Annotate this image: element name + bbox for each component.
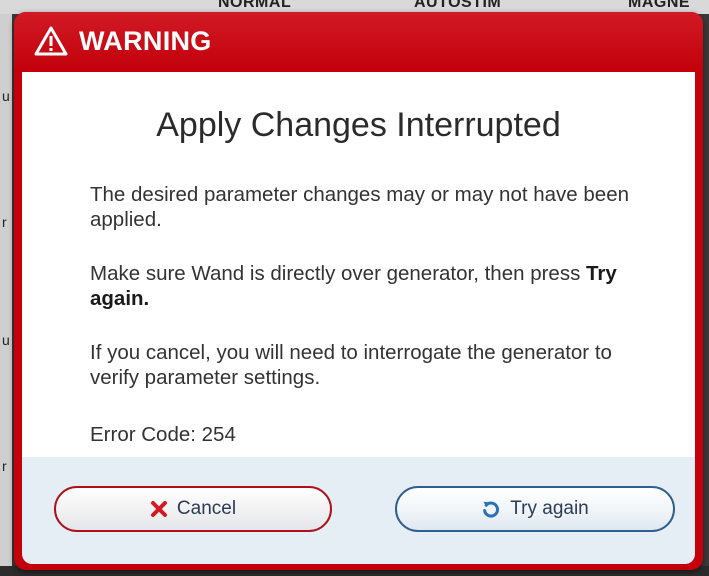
warning-dialog: WARNING Apply Changes Interrupted The de… bbox=[14, 12, 703, 570]
refresh-icon bbox=[483, 501, 500, 518]
message-paragraph: The desired parameter changes may or may… bbox=[90, 183, 629, 231]
x-icon bbox=[150, 501, 167, 517]
cancel-button[interactable]: Cancel bbox=[54, 486, 332, 532]
background-letter: u bbox=[2, 88, 10, 104]
background-tab-label: AUTOSTIM bbox=[414, 0, 502, 11]
dialog-header: WARNING bbox=[14, 12, 703, 72]
background-left-strip: u r u r bbox=[0, 14, 12, 576]
background-letter: r bbox=[2, 214, 7, 230]
dialog-title: Apply Changes Interrupted bbox=[156, 106, 561, 144]
background-letter: r bbox=[2, 458, 7, 474]
try-again-button-label: Try again bbox=[510, 498, 589, 519]
warning-triangle-icon bbox=[34, 26, 68, 56]
dialog-header-title: WARNING bbox=[79, 26, 212, 56]
background-letter: u bbox=[2, 332, 10, 348]
instruction-paragraph: Make sure Wand is directly over generato… bbox=[90, 261, 630, 311]
try-again-button[interactable]: Try again bbox=[395, 486, 675, 532]
error-code: Error Code: 254 bbox=[90, 423, 236, 446]
background-tab-label: NORMAL bbox=[218, 0, 292, 11]
dialog-footer: Cancel Try again bbox=[22, 457, 695, 564]
dialog-body: Apply Changes Interrupted The desired pa… bbox=[22, 72, 695, 457]
cancel-button-label: Cancel bbox=[176, 498, 237, 519]
background-tab-label: MAGNE bbox=[628, 0, 691, 11]
instruction-text: Make sure Wand is directly over generato… bbox=[90, 262, 587, 285]
cancel-consequence-paragraph: If you cancel, you will need to interrog… bbox=[90, 341, 612, 389]
